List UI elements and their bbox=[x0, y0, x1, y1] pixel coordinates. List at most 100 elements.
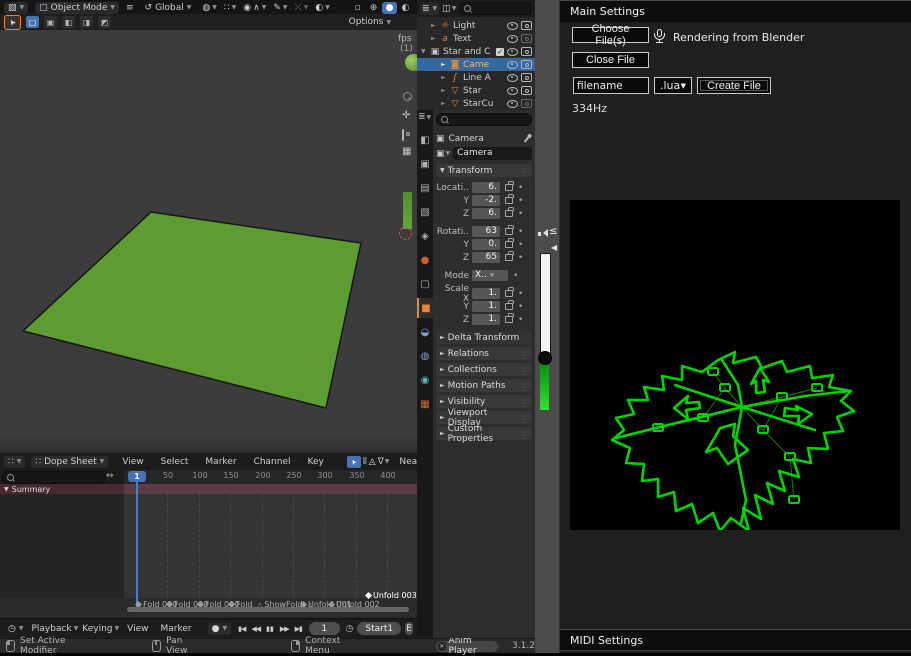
select-mode-extend[interactable]: ◩ bbox=[98, 16, 111, 28]
delta-transform-panel[interactable]: ►Delta Transform bbox=[436, 331, 532, 344]
channel-search-input[interactable] bbox=[2, 471, 106, 484]
extension-dropdown[interactable]: .lua▼ bbox=[654, 77, 692, 94]
location-z-field[interactable]: 6. bbox=[472, 208, 500, 219]
dope-editor-type-button[interactable]: ∷▼ bbox=[4, 456, 25, 468]
outliner-row-lineart[interactable]: ►ʃLine A bbox=[417, 71, 535, 84]
only-selected-toggle[interactable]: ➤ bbox=[347, 456, 361, 468]
tab-view-layer[interactable]: ▧ bbox=[417, 202, 433, 222]
animate-dot-icon[interactable]: • bbox=[518, 227, 523, 237]
eye-icon[interactable] bbox=[507, 48, 518, 56]
pivot-dropdown[interactable]: ◍▼ bbox=[202, 3, 216, 13]
lock-icon[interactable] bbox=[505, 228, 513, 235]
start-frame-field[interactable]: Start1 bbox=[357, 622, 401, 635]
shading-solid-button[interactable]: ⊕ bbox=[366, 2, 381, 14]
keying-menu[interactable]: Keying▼ bbox=[82, 624, 119, 634]
outliner-row-light[interactable]: ►☼Light bbox=[417, 19, 535, 32]
relations-panel[interactable]: ►Relations∷∷ bbox=[436, 347, 532, 360]
transform-panel-header[interactable]: ▼Transform∷∷ bbox=[436, 164, 532, 177]
expand-channels-icon[interactable]: ↔ bbox=[106, 471, 114, 481]
timeline-marker-selected[interactable]: Unfold 003 bbox=[366, 591, 417, 600]
playhead[interactable] bbox=[136, 482, 138, 612]
active-tool-button[interactable]: ➤ bbox=[4, 15, 21, 30]
editor-type-button[interactable]: ▧▼ bbox=[4, 2, 28, 14]
summary-channel[interactable]: ▼ Summary bbox=[0, 484, 124, 494]
nav-gizmo-ball[interactable] bbox=[405, 54, 417, 71]
motion-paths-panel[interactable]: ►Motion Paths∷∷ bbox=[436, 379, 532, 392]
camera-visibility-icon[interactable] bbox=[521, 34, 532, 43]
choose-files-button[interactable]: Choose File(s) bbox=[572, 27, 649, 43]
tab-world[interactable]: ● bbox=[417, 250, 433, 270]
animate-dot-icon[interactable]: • bbox=[518, 209, 523, 219]
eye-icon[interactable] bbox=[507, 100, 518, 108]
filename-input[interactable] bbox=[573, 77, 649, 94]
lock-icon[interactable] bbox=[505, 290, 513, 297]
snap-dropdown[interactable]: ∷▼ bbox=[224, 3, 236, 13]
current-frame-badge[interactable]: 1 bbox=[128, 471, 146, 482]
menu-view[interactable]: View bbox=[127, 624, 148, 634]
animate-dot-icon[interactable]: • bbox=[518, 196, 523, 206]
outliner-row-starcut[interactable]: ►▽StarCu bbox=[417, 97, 535, 110]
menu-view[interactable]: View bbox=[122, 457, 143, 467]
eye-icon[interactable] bbox=[507, 22, 518, 30]
filter-dropdown[interactable]: ∇▼ bbox=[378, 457, 390, 467]
scale-x-field[interactable]: 1. bbox=[472, 288, 500, 299]
tab-modifiers[interactable]: ◒ bbox=[417, 322, 433, 342]
rotation-z-field[interactable]: 65 bbox=[472, 252, 500, 263]
location-y-field[interactable]: -2. bbox=[472, 195, 500, 206]
lock-icon[interactable] bbox=[505, 210, 513, 217]
camera-visibility-icon[interactable] bbox=[521, 60, 532, 69]
tab-tool[interactable]: ◧ bbox=[417, 130, 433, 150]
viewport-3d[interactable]: fps (1) ✛ ▦ bbox=[0, 30, 417, 453]
playback-menu[interactable]: Playback▼ bbox=[31, 624, 78, 634]
object-mode-dropdown[interactable]: ▢Object Mode▼ bbox=[35, 2, 119, 14]
outliner-row-star[interactable]: ►▽Star bbox=[417, 84, 535, 97]
select-mode-circle[interactable]: ◧ bbox=[62, 16, 75, 28]
lock-icon[interactable] bbox=[505, 316, 513, 323]
drag-grip-icon[interactable]: ∷∷ bbox=[521, 350, 528, 358]
plane-object[interactable] bbox=[0, 30, 417, 453]
end-frame-field[interactable]: E bbox=[405, 622, 413, 635]
next-keyframe-button[interactable]: ▶▶ bbox=[280, 625, 289, 633]
orientation-dropdown[interactable]: ↺Global▼ bbox=[141, 2, 196, 14]
object-name-field[interactable]: Camera bbox=[453, 147, 532, 160]
pin-icon[interactable] bbox=[524, 135, 531, 142]
animate-dot-icon[interactable]: • bbox=[518, 315, 523, 325]
proportional-editing-toggle[interactable]: ◉∧▼ bbox=[243, 3, 266, 13]
drag-grip-icon[interactable]: ∷∷ bbox=[521, 414, 528, 422]
close-icon[interactable]: ✕ bbox=[438, 642, 445, 651]
menu-marker[interactable]: Marker bbox=[205, 457, 236, 467]
tab-output[interactable]: ▤ bbox=[417, 178, 433, 198]
eye-icon[interactable] bbox=[507, 35, 518, 43]
lock-icon[interactable] bbox=[505, 197, 513, 204]
create-file-button[interactable]: Create File bbox=[697, 77, 771, 94]
outliner-row-camera-selected[interactable]: ►◙Came bbox=[417, 58, 535, 71]
viewport-display-panel[interactable]: ►Viewport Display∷∷ bbox=[436, 411, 532, 424]
animate-dot-icon[interactable]: • bbox=[518, 183, 523, 193]
camera-visibility-icon[interactable] bbox=[521, 99, 532, 108]
select-mode-lasso[interactable]: ◨ bbox=[80, 16, 93, 28]
animate-dot-icon[interactable]: • bbox=[518, 240, 523, 250]
expander-icon[interactable]: ► bbox=[441, 74, 447, 81]
timeline-editor-button[interactable]: ◷▼ bbox=[4, 623, 27, 635]
overlays-dropdown[interactable]: ◐▼ bbox=[315, 3, 329, 13]
tab-collection[interactable]: ▢ bbox=[417, 274, 433, 294]
properties-search-input[interactable] bbox=[436, 113, 532, 126]
camera-visibility-icon[interactable] bbox=[521, 47, 532, 56]
prev-keyframe-button[interactable]: ◀◀ bbox=[251, 625, 260, 633]
collections-panel[interactable]: ►Collections∷∷ bbox=[436, 363, 532, 376]
scale-z-field[interactable]: 1. bbox=[472, 314, 500, 325]
object-type-dropdown[interactable]: ▣▼ bbox=[436, 149, 450, 159]
tab-object[interactable]: ■ bbox=[417, 298, 433, 318]
zoom-view-icon[interactable] bbox=[403, 92, 412, 101]
hamburger-menu-icon[interactable]: ≡ bbox=[126, 3, 134, 13]
outliner-row-text[interactable]: ►aText bbox=[417, 32, 535, 45]
outliner-display-mode[interactable]: ≣▼ bbox=[420, 3, 439, 15]
lock-icon[interactable] bbox=[505, 254, 513, 261]
drag-grip-icon[interactable]: ∷∷ bbox=[521, 167, 528, 175]
properties-editor-button[interactable]: ≣▼ bbox=[418, 112, 431, 122]
sliders-toggle-icon[interactable]: ⦀ bbox=[363, 457, 367, 467]
camera-view-icon[interactable] bbox=[402, 129, 404, 141]
drag-grip-icon[interactable]: ∷∷ bbox=[521, 366, 528, 374]
eye-icon[interactable] bbox=[507, 74, 518, 82]
expander-icon[interactable]: ► bbox=[441, 100, 447, 107]
